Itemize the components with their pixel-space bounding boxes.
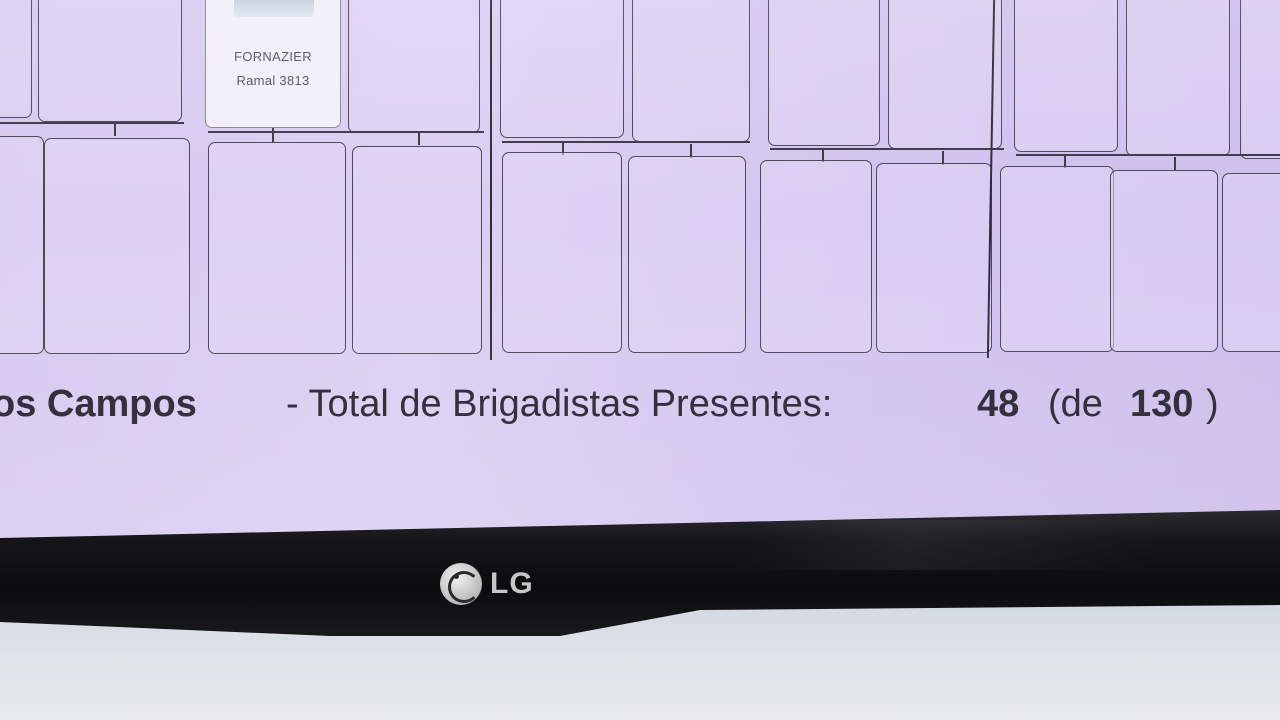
summary-label: - Total de Brigadistas Presentes:: [286, 383, 833, 425]
brand-name: LG: [490, 567, 534, 600]
attendance-summary: os Campos - Total de Brigadistas Present…: [0, 383, 1280, 439]
seat-card[interactable]: [876, 163, 992, 353]
seat-card[interactable]: [348, 0, 480, 133]
seat-card[interactable]: [1222, 173, 1280, 352]
seat-card[interactable]: [1110, 170, 1218, 352]
seat-card[interactable]: [208, 142, 346, 354]
connector-line: [502, 141, 750, 143]
lg-logo-icon: [440, 563, 482, 605]
seat-card[interactable]: [1240, 0, 1280, 159]
seat-card[interactable]: [632, 0, 750, 142]
of-label: (de: [1048, 383, 1103, 425]
seat-card[interactable]: [628, 156, 746, 353]
seat-card[interactable]: [502, 152, 622, 353]
connector-line: [770, 148, 1004, 150]
seat-card[interactable]: [888, 0, 1002, 149]
connector-line: [0, 122, 184, 124]
connector-line: [114, 122, 116, 136]
person-extension: Ramal 3813: [236, 73, 310, 88]
present-count: 48: [977, 383, 1020, 425]
monitor-screen: FORNAZIER Ramal 3813 os Campos - Total d…: [0, 0, 1280, 540]
seat-card[interactable]: [352, 146, 482, 354]
connector-line: [208, 131, 484, 133]
person-name: FORNAZIER: [234, 49, 312, 64]
seat-card[interactable]: [1000, 166, 1114, 352]
connector-line: [1016, 154, 1280, 156]
section-divider: [490, 0, 492, 360]
seat-card[interactable]: [0, 0, 32, 118]
connector-line: [272, 128, 274, 142]
total-count: 130: [1130, 383, 1194, 425]
seat-card[interactable]: [500, 0, 624, 138]
seat-card[interactable]: [0, 136, 44, 354]
seat-card[interactable]: [44, 138, 190, 354]
bezel-reflection: [730, 520, 1170, 570]
connector-line: [418, 131, 420, 145]
person-photo: [234, 0, 314, 17]
location-name: os Campos: [0, 383, 197, 425]
seat-card[interactable]: [1014, 0, 1118, 152]
seat-card-photo[interactable]: FORNAZIER Ramal 3813: [205, 0, 341, 128]
connector-line: [1174, 157, 1176, 171]
seat-card[interactable]: [1126, 0, 1230, 156]
closing-paren: ): [1206, 383, 1219, 425]
seat-card[interactable]: [760, 160, 872, 353]
seat-card[interactable]: [768, 0, 880, 146]
brand-logo: LG: [440, 562, 534, 606]
seat-card[interactable]: [38, 0, 182, 122]
